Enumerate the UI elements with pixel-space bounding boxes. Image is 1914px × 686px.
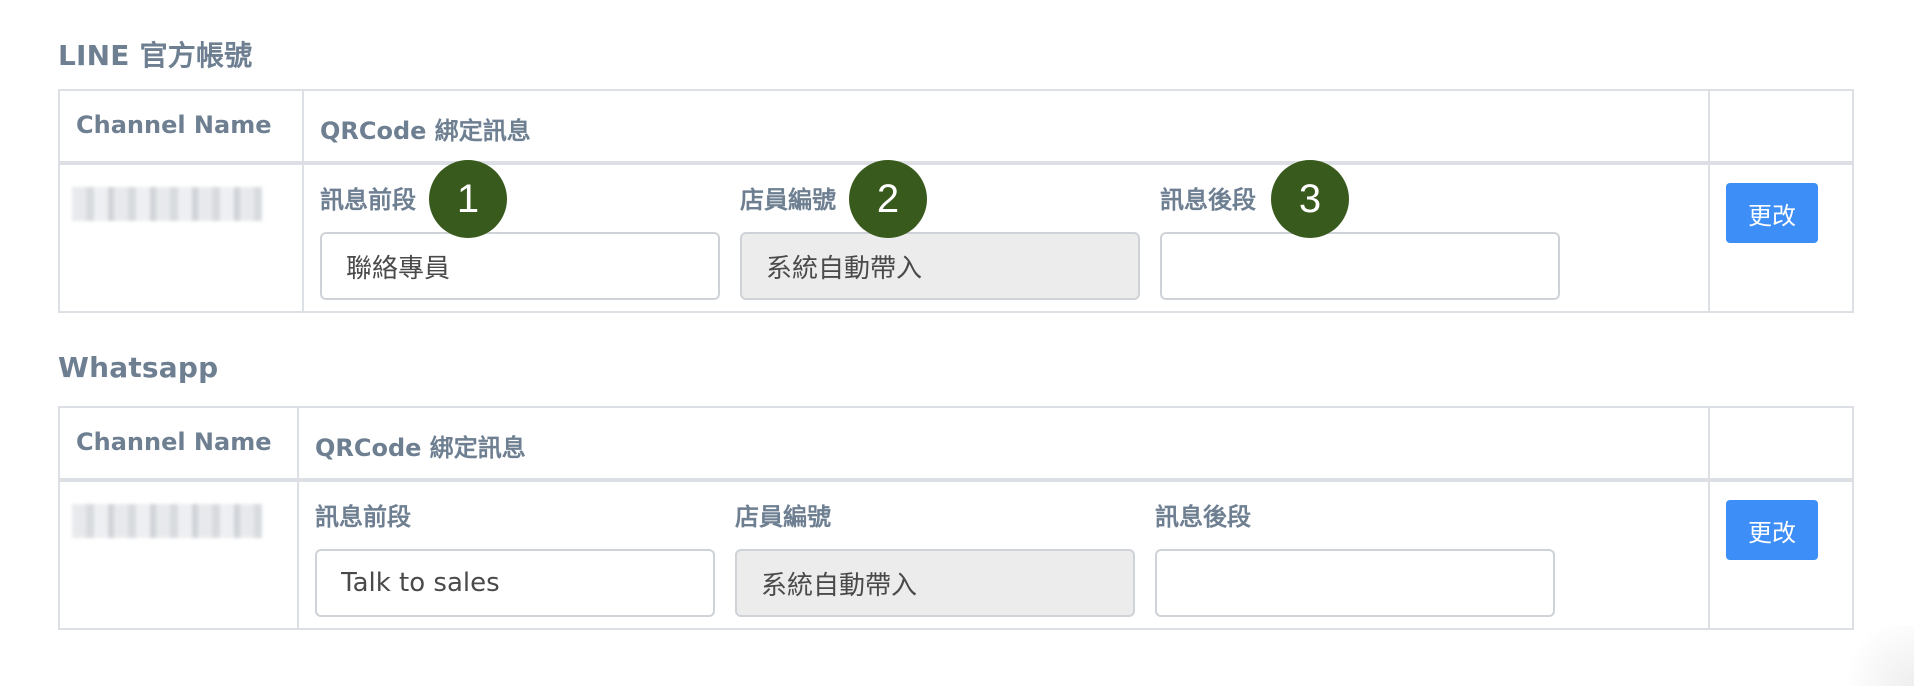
prefix-label: 訊息前段 — [315, 503, 411, 531]
suffix-label: 訊息後段 — [1160, 186, 1256, 214]
corner-shadow — [1834, 626, 1914, 686]
channel-name-header: Channel Name — [76, 111, 272, 139]
marker-3: 3 — [1271, 160, 1349, 238]
header-cell-action — [1710, 91, 1852, 161]
marker-1: 1 — [429, 160, 507, 238]
channel-name-header: Channel Name — [76, 428, 272, 456]
action-cell: 更改 — [1710, 165, 1852, 311]
table-row: 訊息前段 店員編號 訊息後段 更改 — [60, 165, 1852, 311]
prefix-input[interactable] — [320, 232, 720, 300]
table-header-row: Channel Name QRCode 綁定訊息 — [60, 408, 1852, 482]
suffix-field-group: 訊息後段 — [1155, 500, 1555, 617]
channel-name-cell — [60, 482, 299, 628]
header-cell-qrcode-message: QRCode 綁定訊息 — [299, 408, 1710, 478]
line-channel-table: Channel Name QRCode 綁定訊息 訊息前段 店員編號 — [58, 89, 1854, 313]
whatsapp-channel-table: Channel Name QRCode 綁定訊息 訊息前段 店員編號 — [58, 406, 1854, 630]
header-cell-channel-name: Channel Name — [60, 408, 299, 478]
table-row: 訊息前段 店員編號 訊息後段 更改 — [60, 482, 1852, 628]
table-header-row: Channel Name QRCode 綁定訊息 — [60, 91, 1852, 165]
marker-2: 2 — [849, 160, 927, 238]
prefix-label: 訊息前段 — [320, 186, 416, 214]
suffix-input[interactable] — [1155, 549, 1555, 617]
prefix-input[interactable] — [315, 549, 715, 617]
staff-id-field-group: 店員編號 — [740, 183, 1140, 300]
update-button[interactable]: 更改 — [1726, 500, 1818, 560]
header-cell-action — [1710, 408, 1852, 478]
prefix-field-group: 訊息前段 — [320, 183, 720, 300]
line-section-title: LINE 官方帳號 — [58, 39, 253, 72]
suffix-field-group: 訊息後段 — [1160, 183, 1560, 300]
whatsapp-section-title: Whatsapp — [58, 351, 219, 384]
channel-name-cell — [60, 165, 304, 311]
staff-id-input — [740, 232, 1140, 300]
qrcode-message-header: QRCode 綁定訊息 — [315, 434, 526, 462]
prefix-field-group: 訊息前段 — [315, 500, 715, 617]
update-button[interactable]: 更改 — [1726, 183, 1818, 243]
header-cell-qrcode-message: QRCode 綁定訊息 — [304, 91, 1710, 161]
suffix-input[interactable] — [1160, 232, 1560, 300]
staff-id-field-group: 店員編號 — [735, 500, 1135, 617]
qrcode-message-cell: 訊息前段 店員編號 訊息後段 — [299, 482, 1710, 628]
blurred-channel-name — [72, 504, 262, 538]
header-cell-channel-name: Channel Name — [60, 91, 304, 161]
staff-id-label: 店員編號 — [740, 186, 836, 214]
suffix-label: 訊息後段 — [1155, 503, 1251, 531]
qrcode-message-cell: 訊息前段 店員編號 訊息後段 — [304, 165, 1710, 311]
qrcode-message-header: QRCode 綁定訊息 — [320, 117, 531, 145]
channel-settings-page: LINE 官方帳號 Channel Name QRCode 綁定訊息 訊息前段 … — [0, 0, 1914, 686]
blurred-channel-name — [72, 187, 262, 221]
action-cell: 更改 — [1710, 482, 1852, 628]
staff-id-input — [735, 549, 1135, 617]
staff-id-label: 店員編號 — [735, 503, 831, 531]
